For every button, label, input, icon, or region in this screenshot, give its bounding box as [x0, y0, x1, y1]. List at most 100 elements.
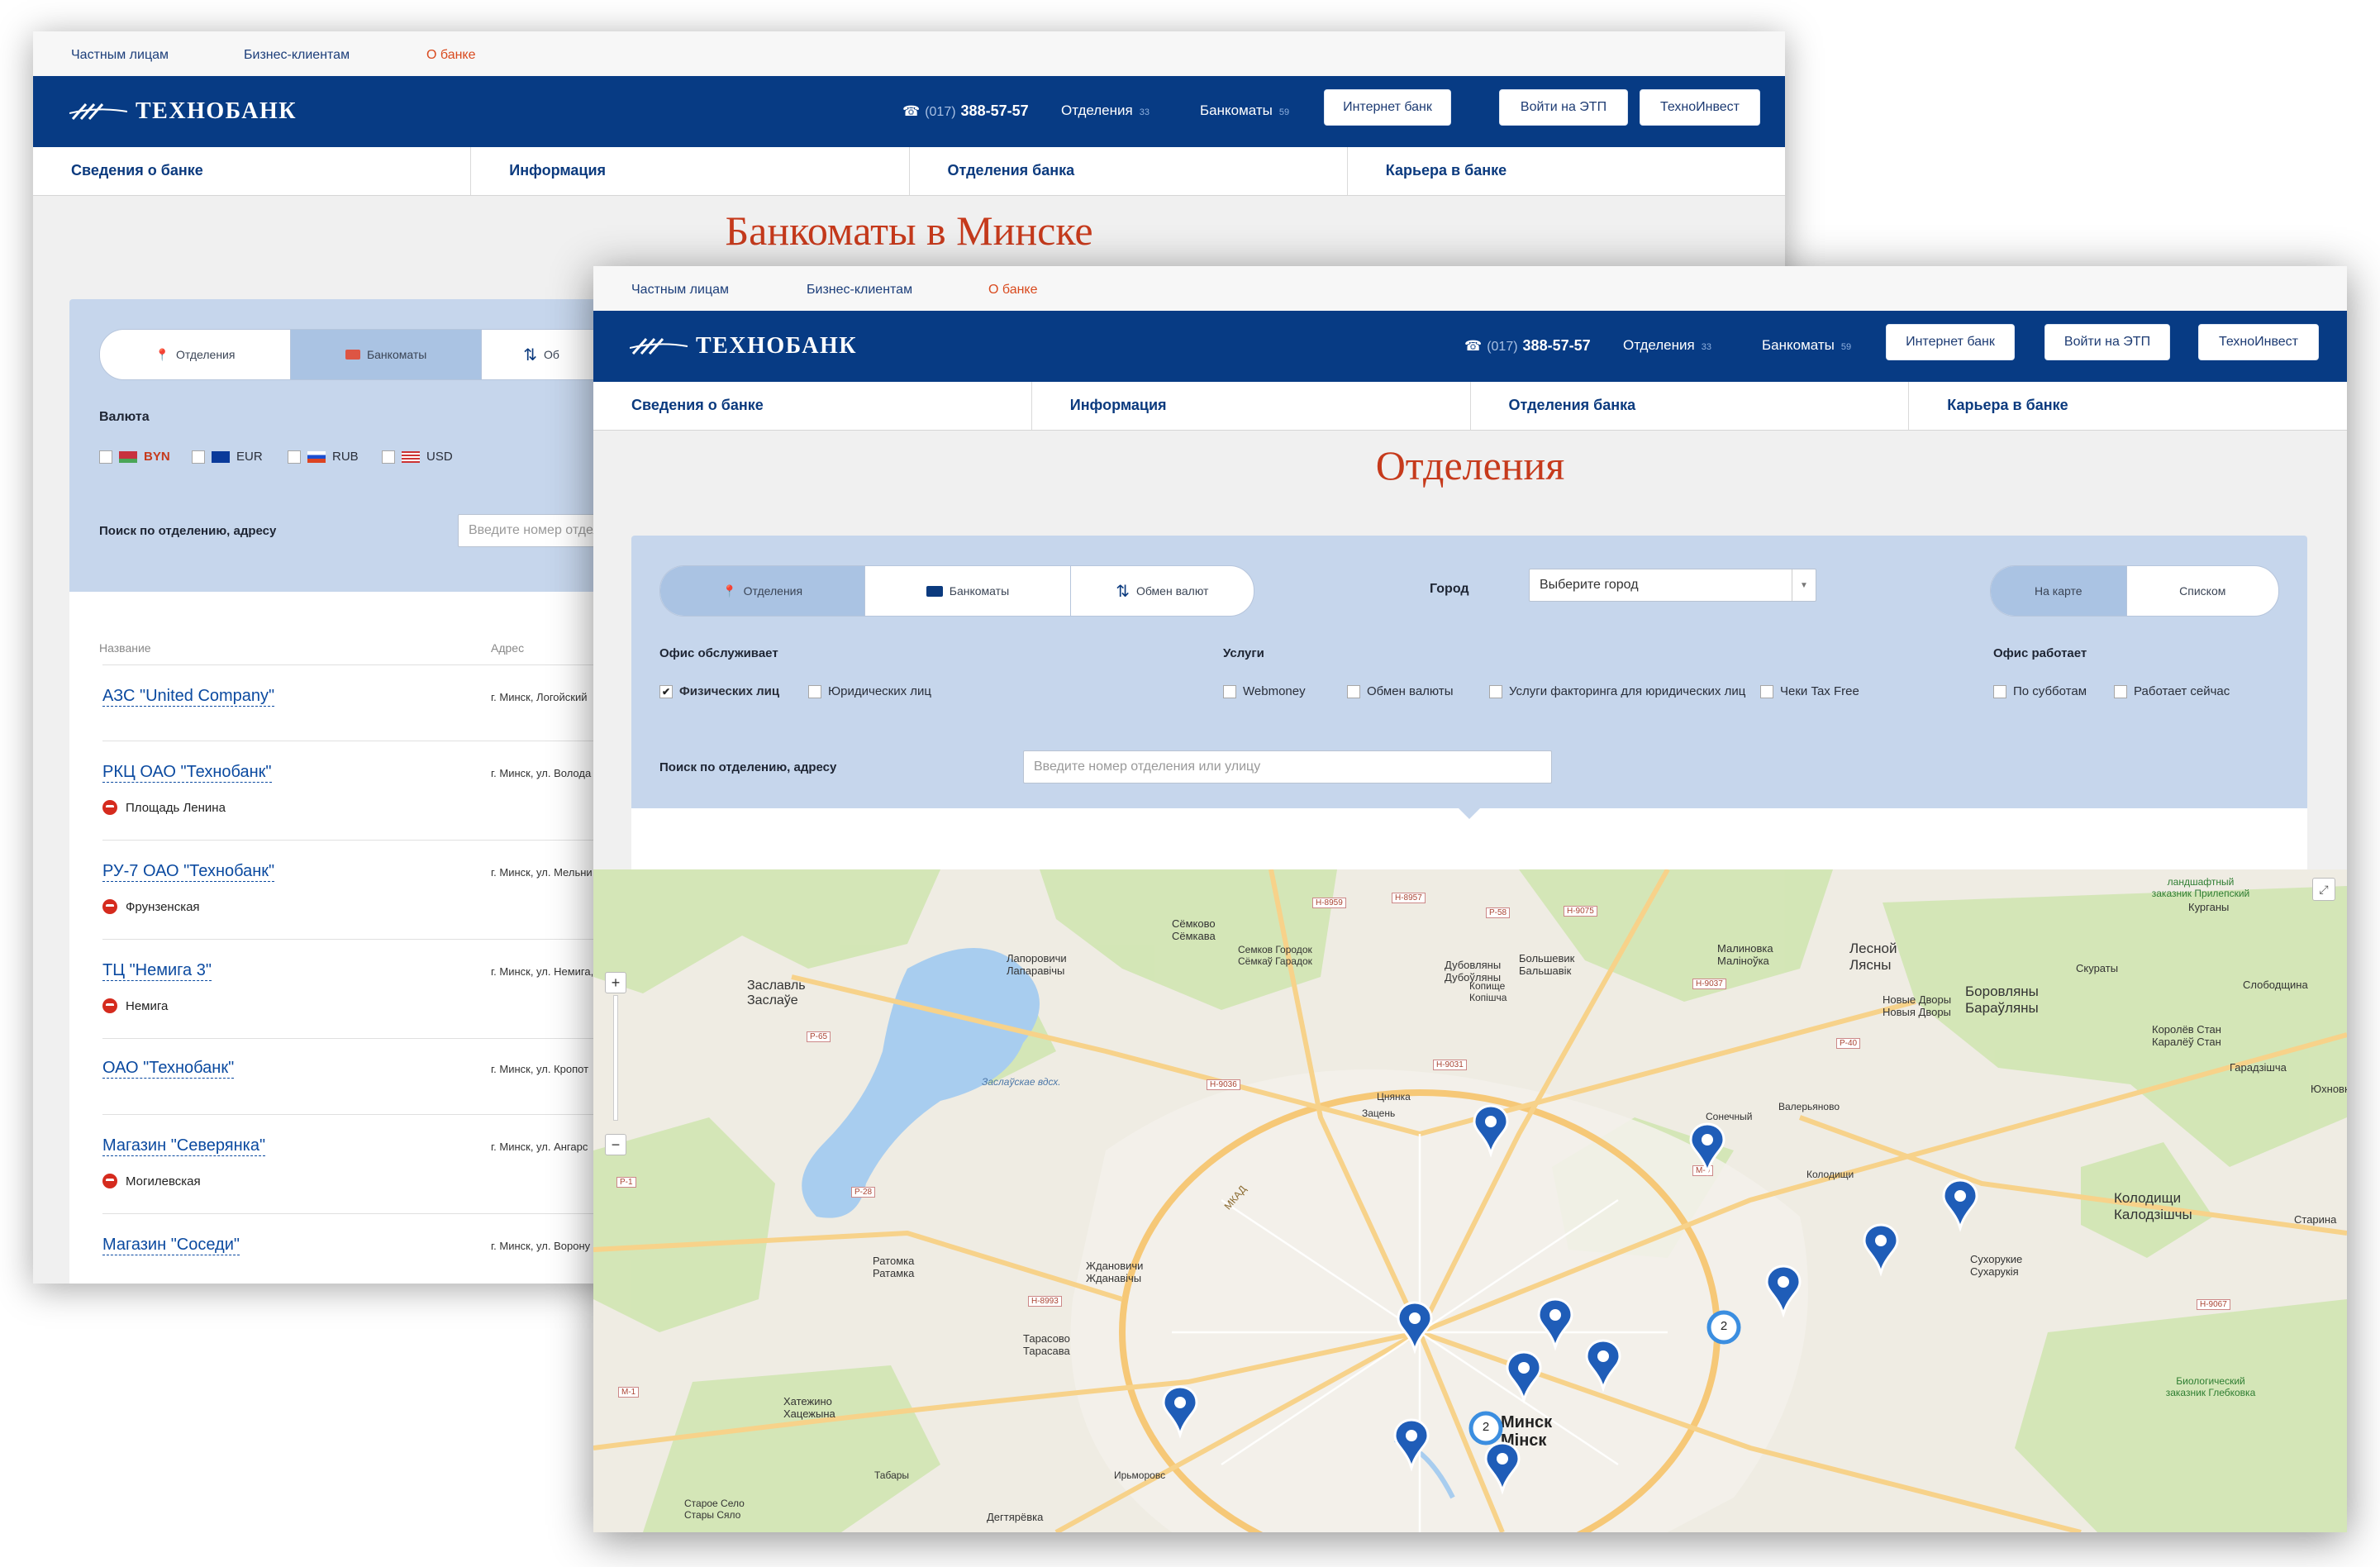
- branches-link[interactable]: Отделения 33: [1623, 337, 1711, 354]
- internet-bank-button[interactable]: Интернет банк: [1324, 89, 1451, 126]
- zoom-slider[interactable]: [613, 995, 618, 1121]
- service-webmoney[interactable]: Webmoney: [1223, 684, 1306, 698]
- tab-exchange[interactable]: ⇅ Обмен валют: [1071, 566, 1254, 616]
- map-label: Сухорукие Сухарукія: [1970, 1253, 2023, 1278]
- list-item[interactable]: ОАО "Технобанк" г. Минск, ул. Кропот: [102, 1040, 631, 1115]
- tab-branches[interactable]: 📍 Отделения: [100, 330, 292, 379]
- service-exchange[interactable]: Обмен валюты: [1347, 684, 1454, 698]
- etp-login-button[interactable]: Войти на ЭТП: [1499, 89, 1628, 126]
- nav-branches[interactable]: Отделения банка: [910, 147, 1348, 195]
- list-item[interactable]: РУ-7 ОАО "Технобанк" г. Минск, ул. Мельн…: [102, 841, 631, 940]
- cluster-count[interactable]: 2: [1471, 1420, 1501, 1434]
- internet-bank-button[interactable]: Интернет банк: [1886, 324, 2015, 360]
- zoom-in-button[interactable]: +: [605, 972, 626, 993]
- checkbox[interactable]: [1489, 684, 1502, 698]
- currency-eur[interactable]: EUR: [192, 450, 263, 464]
- checkbox[interactable]: [1223, 684, 1236, 698]
- nav-career[interactable]: Карьера в банке: [1348, 147, 1785, 195]
- phone[interactable]: ☎ (017) 388-57-57: [1464, 337, 1591, 355]
- item-name[interactable]: ТЦ "Немига 3": [102, 960, 212, 981]
- checkbox[interactable]: [1993, 684, 2006, 698]
- map-label: Зацень: [1362, 1107, 1396, 1119]
- checkbox[interactable]: [382, 450, 395, 464]
- service-taxfree[interactable]: Чеки Tax Free: [1760, 684, 1859, 698]
- item-name[interactable]: Магазин "Северянка": [102, 1136, 266, 1156]
- checkbox[interactable]: [1347, 684, 1360, 698]
- list-item[interactable]: ТЦ "Немига 3" г. Минск, ул. Немига, Неми…: [102, 941, 631, 1039]
- tab-atms[interactable]: Банкоматы: [865, 566, 1071, 616]
- atms-link[interactable]: Банкоматы 59: [1762, 337, 1851, 354]
- map-label-reserve: Биологический заказник Глебковка: [2165, 1375, 2256, 1398]
- route-badge: Р-1: [616, 1177, 636, 1188]
- nav-info[interactable]: Информация: [471, 147, 910, 195]
- item-name[interactable]: РУ-7 ОАО "Технобанк": [102, 861, 275, 882]
- currency-rub[interactable]: RUB: [288, 450, 359, 464]
- metro-icon: [102, 800, 117, 815]
- link-about[interactable]: О банке: [426, 48, 476, 63]
- view-list-button[interactable]: Списком: [2127, 566, 2278, 616]
- route-badge: Н-9075: [1564, 906, 1597, 917]
- item-name[interactable]: РКЦ ОАО "Технобанк": [102, 762, 272, 783]
- checkbox-label: Чеки Tax Free: [1780, 684, 1859, 698]
- atms-count: 59: [1840, 342, 1852, 352]
- link-business[interactable]: Бизнес-клиентам: [244, 48, 350, 63]
- metro-name: Немига: [126, 998, 169, 1013]
- link-private[interactable]: Частным лицам: [71, 48, 169, 63]
- service-factoring[interactable]: Услуги факторинга для юридических лиц: [1489, 684, 1745, 698]
- nav-career[interactable]: Карьера в банке: [1909, 382, 2347, 430]
- map-label: Ирьморовс: [1114, 1469, 1166, 1481]
- zoom-out-button[interactable]: −: [605, 1134, 626, 1155]
- nav-info[interactable]: Информация: [1032, 382, 1471, 430]
- item-name[interactable]: АЗС "United Company": [102, 686, 275, 707]
- tab-branches[interactable]: 📍 Отделения: [660, 566, 866, 616]
- logo-text: ТЕХНОБАНК: [136, 98, 298, 124]
- item-name[interactable]: ОАО "Технобанк": [102, 1058, 235, 1079]
- list-item[interactable]: Магазин "Северянка" г. Минск, ул. Ангарс…: [102, 1116, 631, 1214]
- branches-link[interactable]: Отделения 33: [1061, 102, 1150, 119]
- checkbox[interactable]: [99, 450, 112, 464]
- link-about[interactable]: О банке: [988, 283, 1038, 298]
- map-label: Скураты: [2076, 962, 2119, 974]
- works-saturday[interactable]: По субботам: [1993, 684, 2087, 698]
- logo[interactable]: ТЕХНОБАНК: [630, 332, 857, 360]
- city-label: Город: [1430, 582, 1469, 596]
- link-business[interactable]: Бизнес-клиентам: [807, 283, 912, 298]
- nav-about[interactable]: Сведения о банке: [33, 147, 472, 195]
- route-badge: Н-8957: [1392, 893, 1426, 903]
- nav-about[interactable]: Сведения о банке: [593, 382, 1032, 430]
- item-name[interactable]: Магазин "Соседи": [102, 1235, 240, 1255]
- nav-branches[interactable]: Отделения банка: [1471, 382, 1910, 430]
- view-map-button[interactable]: На карте: [1991, 566, 2127, 616]
- list-item[interactable]: Магазин "Соседи" г. Минск, ул. Ворону: [102, 1215, 631, 1284]
- cluster-count[interactable]: 2: [1709, 1319, 1739, 1333]
- checkbox[interactable]: [1760, 684, 1773, 698]
- search-input[interactable]: Введите номер отделения или улицу: [1023, 750, 1552, 784]
- checkbox-label: Физических лиц: [679, 684, 780, 698]
- currency-byn[interactable]: BYN: [99, 450, 170, 464]
- flag-ru-icon: [307, 450, 326, 463]
- card-icon: [926, 585, 943, 597]
- currency-usd[interactable]: USD: [382, 450, 453, 464]
- fullscreen-icon[interactable]: ⤢: [2312, 878, 2335, 901]
- checkbox[interactable]: [288, 450, 301, 464]
- checkbox[interactable]: [2114, 684, 2127, 698]
- logo[interactable]: ТЕХНОБАНК: [69, 98, 297, 126]
- checkbox[interactable]: [192, 450, 205, 464]
- map-label: Валерьяново: [1778, 1101, 1840, 1112]
- phone[interactable]: ☎ (017) 388-57-57: [902, 102, 1029, 120]
- technoinvest-button[interactable]: ТехноИнвест: [1640, 89, 1760, 126]
- etp-login-button[interactable]: Войти на ЭТП: [2044, 324, 2170, 360]
- serves-individuals[interactable]: ✔ Физических лиц: [659, 684, 779, 698]
- checkbox[interactable]: [808, 684, 821, 698]
- checkbox-checked[interactable]: ✔: [659, 684, 673, 698]
- map[interactable]: Заславль Заслаўе Лапоровичи Лапаравічы Сём…: [593, 869, 2347, 1532]
- serves-legal[interactable]: Юридических лиц: [808, 684, 931, 698]
- list-item[interactable]: РКЦ ОАО "Технобанк" г. Минск, ул. Волода…: [102, 742, 631, 841]
- works-now[interactable]: Работает сейчас: [2114, 684, 2230, 698]
- city-select[interactable]: Выберите город ▼: [1529, 569, 1816, 602]
- list-item[interactable]: АЗС "United Company" г. Минск, Логойский: [102, 668, 631, 741]
- tab-atms[interactable]: Банкоматы: [291, 330, 483, 379]
- link-private[interactable]: Частным лицам: [631, 283, 729, 298]
- atms-link[interactable]: Банкоматы 59: [1200, 102, 1289, 119]
- technoinvest-button[interactable]: ТехноИнвест: [2198, 324, 2319, 360]
